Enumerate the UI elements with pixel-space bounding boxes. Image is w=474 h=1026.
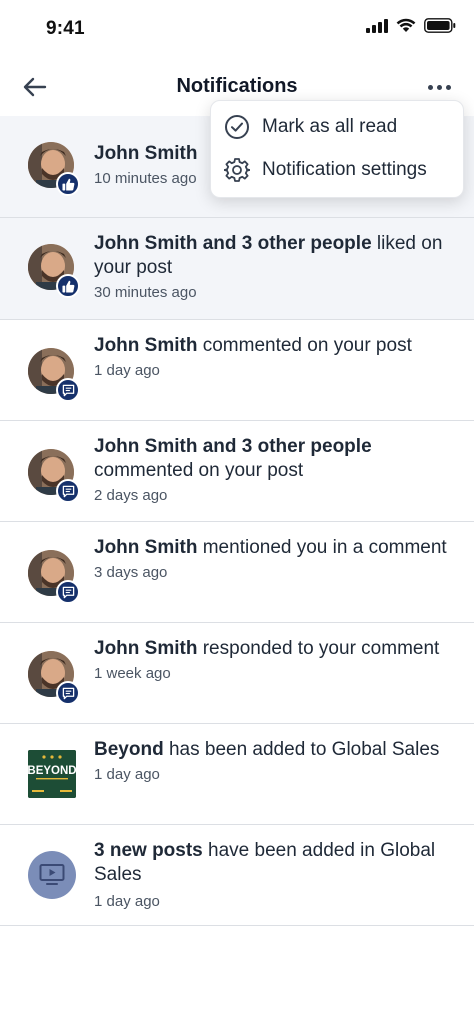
notification-text: John Smith mentioned you in a comment 3 … [94,536,450,581]
notification-settings-button[interactable]: Notification settings [211,149,465,191]
avatar [28,550,80,604]
more-options-button[interactable] [424,74,454,100]
status-bar: 9:41 [0,0,474,58]
timestamp: 3 days ago [94,564,168,581]
notification-text: John Smith responded to your comment 1 w… [94,637,450,682]
signal-icon [366,18,388,33]
gear-icon [223,156,251,184]
action-text: commented on your post [94,460,304,481]
timestamp: 1 day ago [94,766,160,783]
notification-text: John Smith commented on your post 1 day … [94,334,450,379]
notification-message: John Smith mentioned you in a comment [94,536,450,560]
actor-name: John Smith [94,638,198,659]
avatar [28,244,80,298]
comment-icon [62,384,74,396]
notification-text: Beyond has been added to Global Sales 1 … [94,738,450,783]
comment-icon [62,687,74,699]
actor-name: John Smith and 3 other people [94,436,372,457]
timestamp: 1 day ago [94,893,160,910]
timestamp: 1 day ago [94,362,160,379]
beyond-logo: BEYOND [28,750,76,798]
notification-message: 3 new posts have been added in Global Sa… [94,839,450,887]
notification-message: Beyond has been added to Global Sales [94,738,450,762]
notification-list: John Smith 10 minutes ago John Smith and… [0,116,474,926]
page-title: Notifications [176,75,298,97]
notification-item[interactable]: BEYOND Beyond has been added to Global S… [0,724,474,825]
action-text: has been added to Global Sales [163,739,440,760]
dot-icon [427,84,433,90]
notification-item[interactable]: John Smith and 3 other people commented … [0,421,474,522]
comment-badge [56,580,80,604]
notification-item[interactable]: John Smith and 3 other people liked on y… [0,218,474,320]
thumbs-up-icon [61,178,74,191]
comment-badge [56,378,80,402]
action-text: responded to your comment [197,638,440,659]
avatar [28,449,80,503]
notification-item[interactable]: John Smith commented on your post 1 day … [0,320,474,421]
avatar [28,348,80,402]
timestamp: 2 days ago [94,487,168,504]
avatar [28,651,80,705]
actor-name: 3 new posts [94,840,203,861]
comment-icon [62,485,74,497]
notification-item[interactable]: John Smith mentioned you in a comment 3 … [0,522,474,623]
video-avatar [28,851,76,899]
status-icons [366,18,456,33]
action-text: commented on your post [197,335,412,356]
dot-icon [436,84,442,90]
like-badge [56,172,80,196]
comment-icon [62,586,74,598]
video-circle [28,851,76,899]
check-circle-icon [223,113,251,141]
comment-badge [56,681,80,705]
logo-wordmark: BEYOND [28,765,76,777]
status-time: 9:41 [46,18,85,39]
actor-name: John Smith [94,537,198,558]
notification-text: 3 new posts have been added in Global Sa… [94,839,450,910]
notification-message: John Smith and 3 other people liked on y… [94,232,450,280]
avatar [28,142,80,196]
program-logo: BEYOND [28,750,76,798]
dot-icon [445,84,451,90]
thumbs-up-icon [61,280,74,293]
notification-message: John Smith commented on your post [94,334,450,358]
notification-item[interactable]: 3 new posts have been added in Global Sa… [0,825,474,926]
notification-item[interactable]: John Smith responded to your comment 1 w… [0,623,474,724]
notification-message: John Smith and 3 other people commented … [94,435,450,483]
actor-name: Beyond [94,739,164,760]
menu-item-label: Notification settings [262,159,427,180]
notification-message: John Smith responded to your comment [94,637,450,661]
notification-text: John Smith and 3 other people liked on y… [94,232,450,301]
wifi-icon [396,18,416,32]
video-play-icon [39,864,65,885]
timestamp: 30 minutes ago [94,284,197,301]
battery-icon [424,18,456,33]
actor-name: John Smith and 3 other people [94,233,372,254]
like-badge [56,274,80,298]
notification-text: John Smith and 3 other people commented … [94,435,450,504]
options-menu: Mark as all read Notification settings [210,100,464,198]
action-text: mentioned you in a comment [197,537,447,558]
comment-badge [56,479,80,503]
actor-name: John Smith [94,143,198,164]
timestamp: 1 week ago [94,665,171,682]
mark-all-read-button[interactable]: Mark as all read [211,106,465,148]
menu-item-label: Mark as all read [262,116,398,137]
actor-name: John Smith [94,335,198,356]
